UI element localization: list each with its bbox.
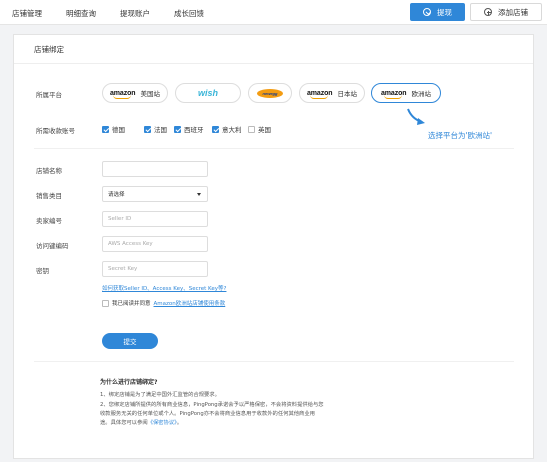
newegg-logo: newegg <box>257 88 283 98</box>
platform-wish[interactable]: wish <box>175 83 241 103</box>
nav-store-management[interactable]: 店铺管理 <box>12 8 42 19</box>
check-circle-icon <box>423 8 431 16</box>
privacy-agreement-link[interactable]: 《保密协议》 <box>148 420 177 426</box>
seller-id-placeholder: Seller ID <box>108 216 132 222</box>
why-line-3: 收款服务无关的任何单位或个人。PingPong亦不会将商业信息用于收款外的任何其… <box>100 411 315 417</box>
checkbox-label: 意大利 <box>222 126 242 134</box>
platform-amazon-us[interactable]: amazon 美国站 <box>102 83 168 103</box>
checkbox-label: 德国 <box>112 126 125 134</box>
checkbox-checked-icon <box>102 125 109 133</box>
chevron-down-icon <box>197 192 201 196</box>
divider <box>34 148 514 149</box>
amazon-logo: amazon <box>307 89 333 99</box>
platform-name: 欧洲站 <box>411 90 431 98</box>
arrow-annotation-icon <box>407 108 425 125</box>
nav-withdraw-account[interactable]: 提现账户 <box>120 8 150 19</box>
add-store-label: 添加店铺 <box>498 7 528 17</box>
category-select[interactable]: 请选择 <box>102 186 208 202</box>
checkbox-italy[interactable]: 意大利 <box>212 124 242 134</box>
category-label: 销售类目 <box>36 192 62 200</box>
store-name-label: 店铺名称 <box>36 167 62 175</box>
checkbox-spain[interactable]: 西班牙 <box>174 124 204 134</box>
seller-id-input[interactable]: Seller ID <box>102 211 208 227</box>
platform-amazon-eu[interactable]: amazon 欧洲站 <box>371 83 441 103</box>
secret-key-placeholder: Secret Key <box>108 266 138 272</box>
wish-logo: wish <box>197 88 218 98</box>
access-key-placeholder: AWS Access Key <box>108 241 153 247</box>
withdraw-label: 提现 <box>437 7 452 17</box>
why-line-4: 途。具体您可以参阅《保密协议》。 <box>100 419 420 428</box>
access-key-input[interactable]: AWS Access Key <box>102 236 208 252</box>
checkbox-france[interactable]: 法国 <box>144 124 167 134</box>
platform-name: 美国站 <box>140 90 160 98</box>
why-line-1: 1、绑定店铺是为了满足中国外汇监管的合规要求。 <box>100 392 220 398</box>
agree-text: 我已阅读并同意 <box>112 301 151 307</box>
submit-button[interactable]: 提交 <box>102 333 158 349</box>
checkbox-checked-icon <box>174 125 181 133</box>
why-title: 为什么进行店铺绑定? <box>100 379 158 386</box>
top-nav-bar: 店铺管理 明细查询 提现账户 成长回馈 提现 添加店铺 <box>0 0 547 25</box>
seller-id-label: 卖家编号 <box>36 217 62 225</box>
secret-key-label: 密钥 <box>36 267 49 275</box>
platform-name: 日本站 <box>337 90 357 98</box>
category-value: 请选择 <box>108 192 125 198</box>
checkbox-checked-icon <box>144 125 151 133</box>
access-key-label: 访问键编码 <box>36 242 69 250</box>
checkbox-germany[interactable]: 德国 <box>102 124 125 134</box>
checkbox-checked-icon <box>212 125 219 133</box>
card-title: 店铺绑定 <box>34 45 64 54</box>
platform-newegg[interactable]: newegg <box>248 83 292 103</box>
secret-key-input[interactable]: Secret Key <box>102 261 208 277</box>
checkbox-unchecked-icon[interactable] <box>102 299 109 307</box>
agree-terms[interactable]: 我已阅读并同意 Amazon欧洲站店铺使用条款 <box>102 299 225 307</box>
checkbox-label: 英国 <box>258 126 271 134</box>
why-line-2: 2、您绑定店铺所提供的所有商业信息，PingPong承诺会予以严格保密，不会将资… <box>100 402 324 408</box>
amazon-logo: amazon <box>110 89 136 99</box>
annotation-text: 选择平台为'欧洲站' <box>428 131 493 140</box>
nav-detail-query[interactable]: 明细查询 <box>66 8 96 19</box>
plus-circle-icon <box>484 8 492 16</box>
checkbox-unchecked-icon <box>248 125 255 133</box>
checkbox-label: 法国 <box>154 126 167 134</box>
account-label: 所需收款账号 <box>36 127 75 135</box>
withdraw-button[interactable]: 提现 <box>410 3 465 21</box>
terms-link[interactable]: Amazon欧洲站店铺使用条款 <box>154 299 226 307</box>
platform-amazon-jp[interactable]: amazon 日本站 <box>299 83 365 103</box>
platform-label: 所属平台 <box>36 91 62 99</box>
checkbox-uk[interactable]: 英国 <box>248 124 271 134</box>
why-line-4-suffix: 。 <box>176 420 183 426</box>
store-binding-card: 店铺绑定 所属平台 amazon 美国站 wish newegg amazon … <box>13 34 534 459</box>
divider <box>34 361 514 362</box>
amazon-logo: amazon <box>381 89 407 99</box>
help-link[interactable]: 如何获取Seller ID、Access Key、Secret Key等? <box>102 284 226 292</box>
why-line-4-prefix: 途。具体您可以参阅 <box>100 420 148 426</box>
divider <box>14 63 533 64</box>
add-store-button[interactable]: 添加店铺 <box>470 3 542 21</box>
store-name-input[interactable] <box>102 161 208 177</box>
checkbox-label: 西班牙 <box>184 126 204 134</box>
nav-growth-rewards[interactable]: 成长回馈 <box>174 8 204 19</box>
